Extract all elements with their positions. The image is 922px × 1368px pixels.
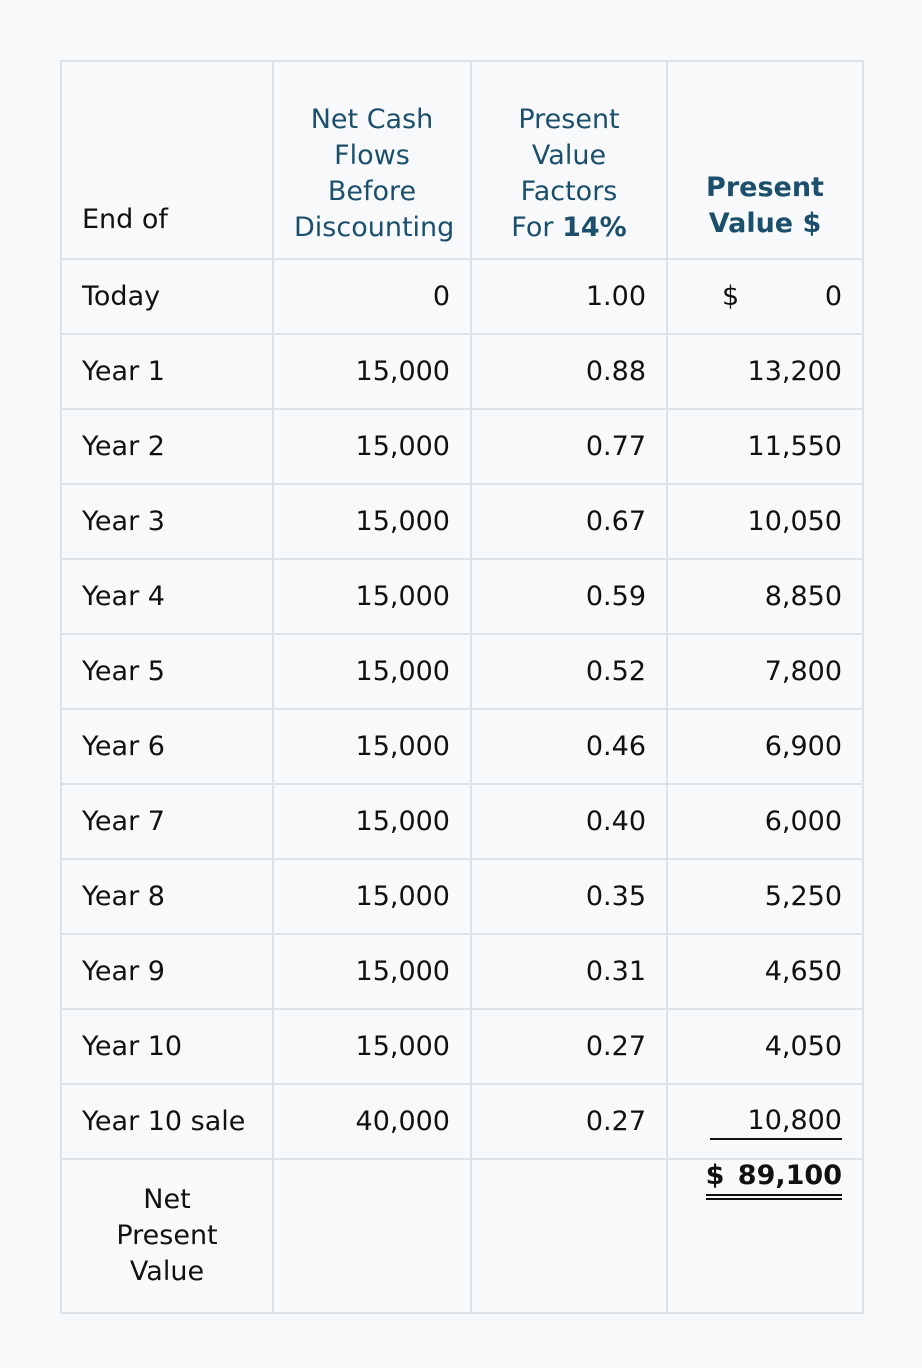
table-row: Year 1 15,000 0.88 13,200 [60, 333, 864, 410]
row-label: Year 4 [60, 558, 274, 635]
row-present-value: 13,200 [666, 333, 864, 410]
row-label: Year 10 sale [60, 1083, 274, 1160]
npv-label-line3: Value [129, 1256, 205, 1287]
empty-cell [272, 1158, 472, 1314]
net-present-value-label: Net Present Value [60, 1158, 274, 1314]
row-pv-factor: 0.67 [470, 483, 668, 560]
net-present-value-cell: $ 89,100 [666, 1158, 864, 1314]
header-present-value-line1: Present [706, 172, 824, 203]
row-label: Today [60, 258, 274, 335]
header-pv-factors: Present Value Factors For 14% [470, 60, 668, 260]
row-present-value: 7,800 [666, 633, 864, 710]
header-discount-rate: 14% [562, 212, 627, 243]
header-present-value-line2: Value $ [708, 208, 822, 239]
table-header-row: End of Net Cash Flows Before Discounting… [60, 60, 864, 260]
row-pv-factor: 0.88 [470, 333, 668, 410]
npv-label-line2: Present [116, 1220, 218, 1251]
row-cash-flow: 0 [272, 258, 472, 335]
row-pv-factor: 0.77 [470, 408, 668, 485]
row-present-value: 10,800 [666, 1083, 864, 1160]
row-pv-factor: 0.27 [470, 1083, 668, 1160]
row-label: Year 10 [60, 1008, 274, 1085]
row-label: Year 7 [60, 783, 274, 860]
row-present-value: 4,050 [666, 1008, 864, 1085]
net-present-value-amount: $ 89,100 [705, 1160, 842, 1200]
row-label: Year 1 [60, 333, 274, 410]
row-pv-factor: 0.40 [470, 783, 668, 860]
header-net-cash-line1: Net Cash [310, 104, 434, 135]
row-cash-flow: 15,000 [272, 708, 472, 785]
row-cash-flow: 15,000 [272, 633, 472, 710]
header-net-cash-line2: Flows Before [327, 140, 417, 207]
row-present-value: 5,250 [666, 858, 864, 935]
header-pv-factors-line3: Factors [520, 176, 618, 207]
total-row: Net Present Value $ 89,100 [60, 1158, 864, 1314]
header-pv-factors-for: For [511, 212, 554, 243]
row-cash-flow: 40,000 [272, 1083, 472, 1160]
row-cash-flow: 15,000 [272, 1008, 472, 1085]
header-net-cash-line3: Discounting [294, 212, 455, 243]
row-cash-flow: 15,000 [272, 933, 472, 1010]
table-row: Year 9 15,000 0.31 4,650 [60, 933, 864, 1010]
row-present-value: 6,000 [666, 783, 864, 860]
row-label: Year 2 [60, 408, 274, 485]
row-present-value: 4,650 [666, 933, 864, 1010]
table-row: Year 7 15,000 0.40 6,000 [60, 783, 864, 860]
npv-table: End of Net Cash Flows Before Discounting… [60, 60, 864, 1314]
row-pv-factor: 0.27 [470, 1008, 668, 1085]
table-row: Today 0 1.00 $ 0 [60, 258, 864, 335]
row-pv-factor: 0.31 [470, 933, 668, 1010]
row-present-value: 11,550 [666, 408, 864, 485]
row-pv-factor: 0.59 [470, 558, 668, 635]
row-present-value: 6,900 [666, 708, 864, 785]
table-row: Year 8 15,000 0.35 5,250 [60, 858, 864, 935]
header-pv-factors-line2: Value [531, 140, 607, 171]
header-pv-factors-line4: For 14% [492, 210, 646, 246]
row-present-value-amount: 0 [824, 281, 842, 312]
table-row: Year 10 15,000 0.27 4,050 [60, 1008, 864, 1085]
header-net-cash-flows: Net Cash Flows Before Discounting [272, 60, 472, 260]
row-cash-flow: 15,000 [272, 408, 472, 485]
row-label: Year 6 [60, 708, 274, 785]
dollar-sign: $ [722, 281, 740, 312]
table-row: Year 4 15,000 0.59 8,850 [60, 558, 864, 635]
row-label: Year 5 [60, 633, 274, 710]
row-label: Year 9 [60, 933, 274, 1010]
npv-label-line1: Net [143, 1184, 191, 1215]
table-row: Year 2 15,000 0.77 11,550 [60, 408, 864, 485]
table-row: Year 3 15,000 0.67 10,050 [60, 483, 864, 560]
row-cash-flow: 15,000 [272, 858, 472, 935]
row-label: Year 3 [60, 483, 274, 560]
row-pv-factor: 0.35 [470, 858, 668, 935]
header-present-value: Present Value $ [666, 60, 864, 260]
row-cash-flow: 15,000 [272, 333, 472, 410]
table-row: Year 6 15,000 0.46 6,900 [60, 708, 864, 785]
empty-cell [470, 1158, 668, 1314]
row-cash-flow: 15,000 [272, 783, 472, 860]
row-pv-factor: 0.46 [470, 708, 668, 785]
header-end-of: End of [60, 60, 274, 260]
row-pv-factor: 0.52 [470, 633, 668, 710]
row-cash-flow: 15,000 [272, 558, 472, 635]
row-present-value: 10,050 [666, 483, 864, 560]
row-cash-flow: 15,000 [272, 483, 472, 560]
row-pv-factor: 1.00 [470, 258, 668, 335]
row-label: Year 8 [60, 858, 274, 935]
header-end-of-label: End of [82, 204, 168, 235]
table-row: Year 5 15,000 0.52 7,800 [60, 633, 864, 710]
underlined-present-value: 10,800 [709, 1104, 842, 1140]
row-present-value: $ 0 [666, 258, 864, 335]
table-row: Year 10 sale 40,000 0.27 10,800 [60, 1083, 864, 1160]
row-present-value: 8,850 [666, 558, 864, 635]
header-pv-factors-line1: Present [518, 104, 620, 135]
